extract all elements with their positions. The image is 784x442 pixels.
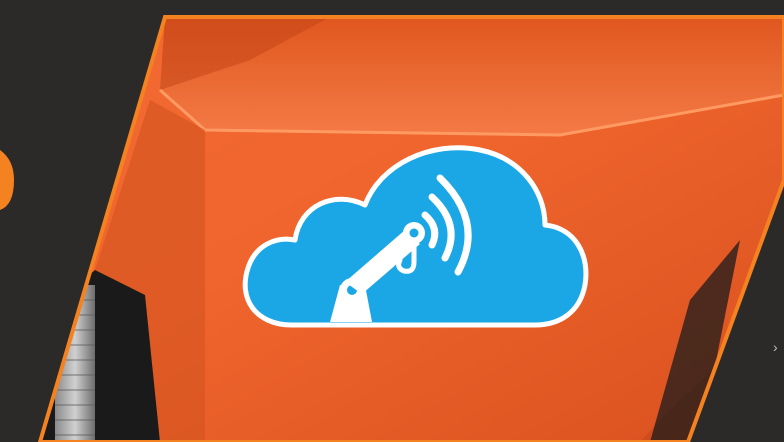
hero-banner: › bbox=[0, 0, 784, 442]
chevron-right-icon[interactable]: › bbox=[773, 340, 778, 354]
left-accent-badge bbox=[0, 150, 14, 210]
hero-image bbox=[0, 15, 784, 442]
